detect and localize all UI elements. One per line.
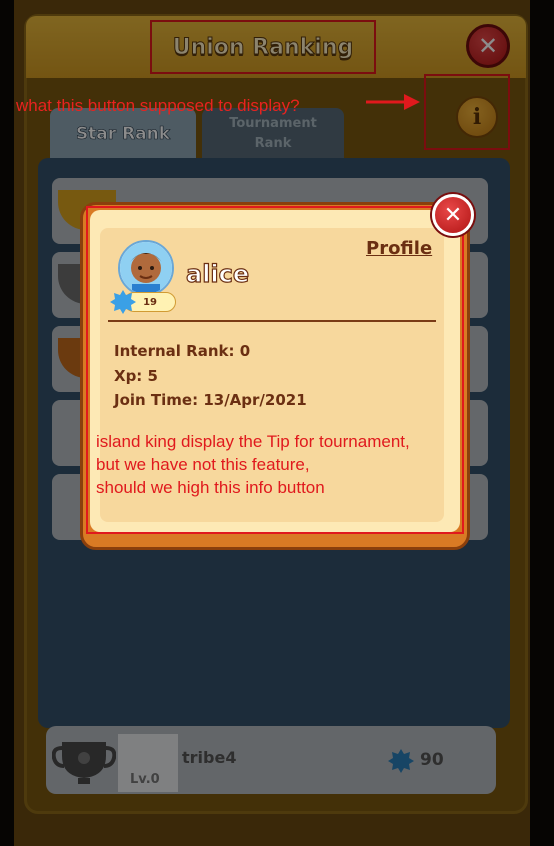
popup-close-button[interactable]: ✕: [432, 194, 474, 236]
annotation-popup-highlight: [86, 206, 464, 534]
annotation-arrow-icon: [366, 94, 420, 110]
close-icon: ✕: [443, 202, 463, 228]
annotation-info-question: what this button supposed to display?: [16, 96, 300, 115]
